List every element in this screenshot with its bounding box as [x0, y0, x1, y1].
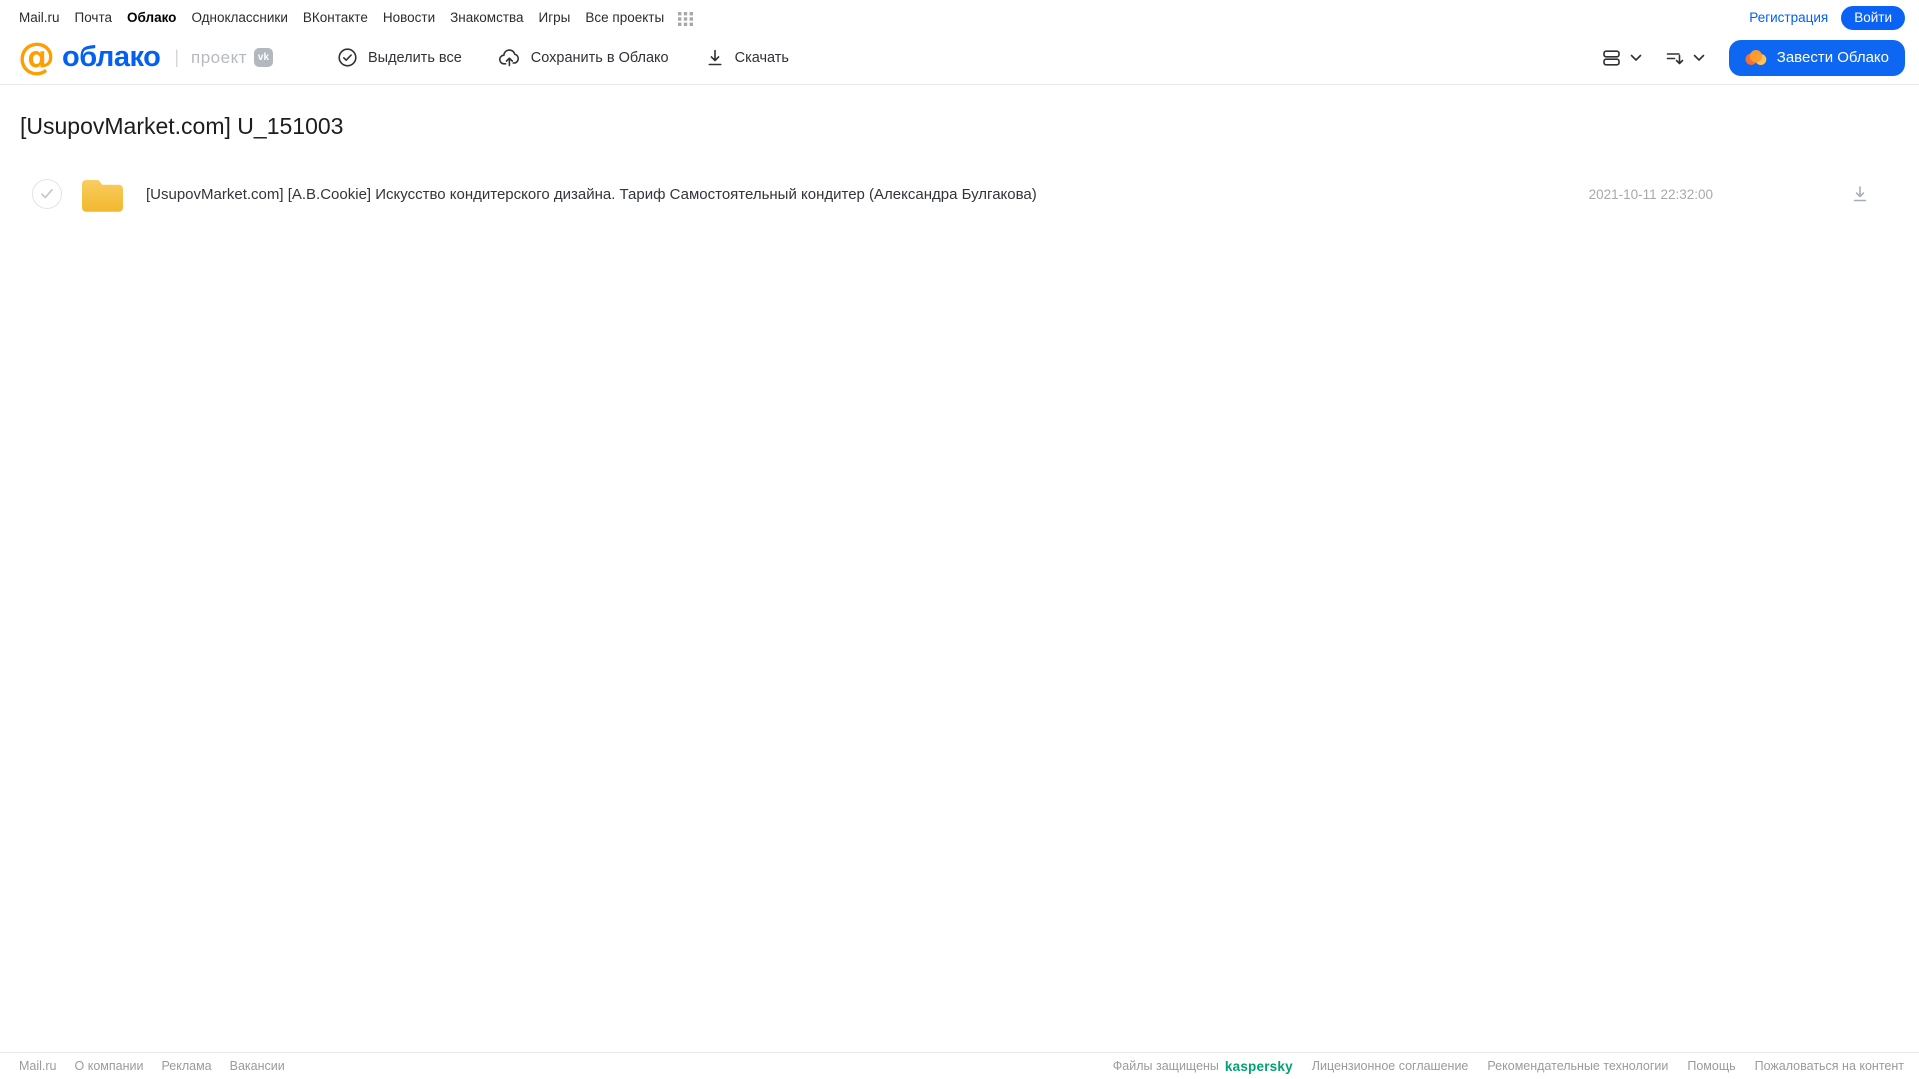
portal-link-vkontakte[interactable]: ВКонтакте	[303, 10, 368, 25]
toolbar: Выделить все Сохранить в Облако Скачать	[337, 47, 789, 68]
download-icon	[705, 47, 725, 68]
footer-link-recommendations[interactable]: Рекомендательные технологии	[1487, 1059, 1668, 1073]
file-row[interactable]: [UsupovMarket.com] [A.B.Cookie] Искусств…	[20, 171, 1899, 217]
portal-nav-links: Mail.ru Почта Облако Одноклассники ВКонт…	[19, 8, 694, 27]
main-content: [UsupovMarket.com] U_151003 [UsupovMarke…	[0, 85, 1919, 217]
chevron-down-icon	[1630, 54, 1642, 62]
portal-nav: Mail.ru Почта Облако Одноклассники ВКонт…	[0, 0, 1919, 31]
portal-link-oblako[interactable]: Облако	[127, 10, 176, 25]
folder-icon	[80, 175, 125, 213]
vk-badge-icon: vk	[253, 48, 273, 67]
download-button[interactable]: Скачать	[705, 47, 789, 68]
kaspersky-logo: kaspersky	[1224, 1058, 1293, 1074]
footer-left-links: Mail.ru О компании Реклама Вакансии	[19, 1059, 285, 1073]
view-mode-dropdown[interactable]	[1597, 44, 1646, 72]
login-button[interactable]: Войти	[1841, 5, 1905, 30]
portal-link-vse-proekty[interactable]: Все проекты	[585, 10, 664, 25]
portal-link-mailru[interactable]: Mail.ru	[19, 10, 60, 25]
footer: Mail.ru О компании Реклама Вакансии Файл…	[0, 1052, 1919, 1079]
page-title: [UsupovMarket.com] U_151003	[20, 113, 344, 139]
create-cloud-button[interactable]: Завести Облако	[1728, 39, 1905, 76]
cloud-logo-text: облако	[62, 41, 161, 73]
create-cloud-label: Завести Облако	[1776, 49, 1889, 66]
list-view-icon	[1601, 48, 1623, 68]
footer-link-license[interactable]: Лицензионное соглашение	[1312, 1059, 1469, 1073]
save-to-cloud-label: Сохранить в Облако	[530, 49, 669, 66]
kaspersky-protection: Файлы защищены kaspersky	[1113, 1059, 1293, 1074]
cloud-header: @ облако | проект vk Выделить все Сохран…	[0, 31, 1919, 85]
download-label: Скачать	[734, 49, 789, 66]
chevron-down-icon	[1693, 54, 1705, 62]
project-vk-tag: | проект vk	[174, 47, 273, 68]
file-name-link[interactable]: [UsupovMarket.com] [A.B.Cookie] Искусств…	[146, 186, 1037, 203]
cloud-upload-icon	[498, 47, 521, 68]
select-all-label: Выделить все	[367, 49, 462, 66]
select-all-button[interactable]: Выделить все	[337, 47, 462, 68]
project-label: проект	[191, 47, 247, 67]
protected-label: Файлы защищены	[1112, 1059, 1219, 1073]
divider: |	[174, 47, 179, 67]
footer-link-report[interactable]: Пожаловаться на контент	[1755, 1059, 1904, 1073]
row-checkbox[interactable]	[32, 179, 62, 209]
save-to-cloud-button[interactable]: Сохранить в Облако	[498, 47, 669, 68]
footer-link-ads[interactable]: Реклама	[161, 1059, 211, 1073]
sort-dropdown[interactable]	[1660, 44, 1709, 72]
portal-link-novosti[interactable]: Новости	[383, 10, 435, 25]
checkbox-check-icon	[40, 188, 54, 200]
portal-nav-auth: Регистрация Войти	[1749, 5, 1905, 30]
portal-link-igry[interactable]: Игры	[539, 10, 571, 25]
footer-link-jobs[interactable]: Вакансии	[230, 1059, 285, 1073]
portal-link-pochta[interactable]: Почта	[75, 10, 113, 25]
footer-link-mailru[interactable]: Mail.ru	[19, 1059, 57, 1073]
portal-link-odnoklassniki[interactable]: Одноклассники	[191, 10, 287, 25]
cloud-logo[interactable]: @ облако	[18, 34, 161, 78]
cloud-logo-icon	[1745, 49, 1767, 66]
sort-icon	[1664, 48, 1686, 68]
grid-icon[interactable]	[677, 10, 694, 27]
footer-right-links: Файлы защищены kaspersky Лицензионное со…	[1113, 1059, 1904, 1074]
file-date: 2021-10-11 22:32:00	[1588, 186, 1713, 202]
footer-link-company[interactable]: О компании	[75, 1059, 144, 1073]
footer-link-help[interactable]: Помощь	[1687, 1059, 1735, 1073]
mailru-at-icon: @	[18, 34, 55, 78]
portal-link-znakomstva[interactable]: Знакомства	[450, 10, 523, 25]
header-right-controls: Завести Облако	[1597, 39, 1905, 76]
check-circle-icon	[337, 47, 358, 68]
registration-link[interactable]: Регистрация	[1749, 10, 1828, 25]
row-download-icon[interactable]	[1850, 184, 1870, 204]
